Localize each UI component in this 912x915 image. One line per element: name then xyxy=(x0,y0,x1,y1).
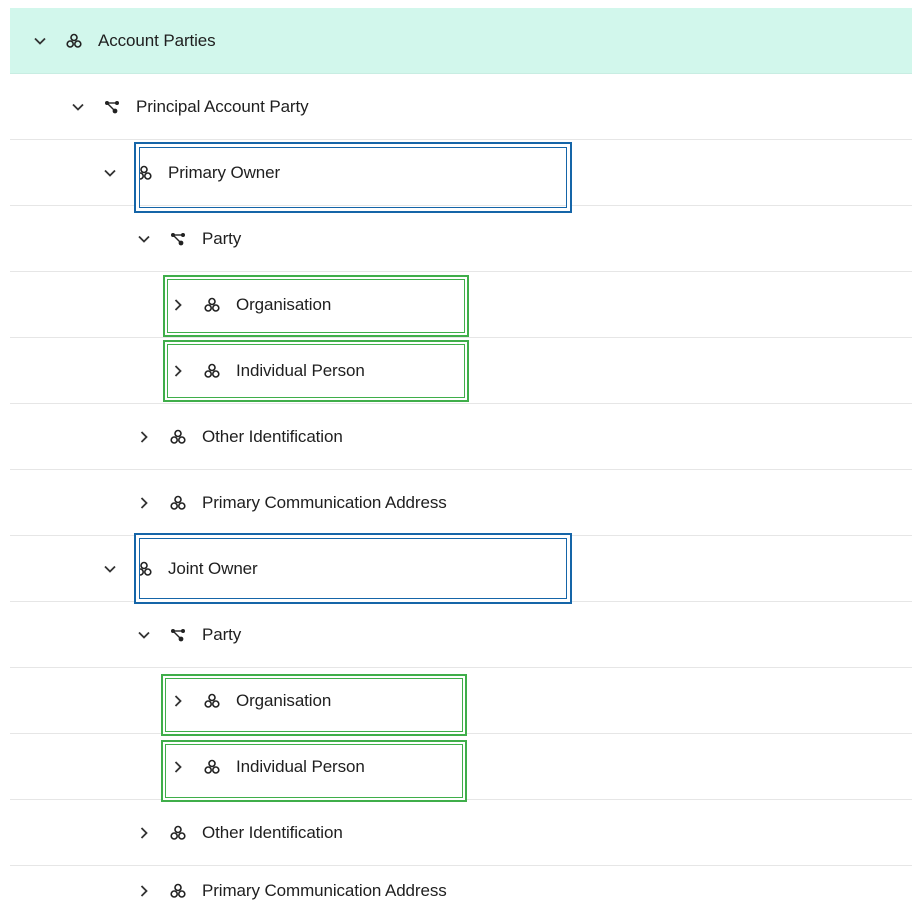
tree-row-joint-owner[interactable]: Joint Owner xyxy=(10,536,912,602)
group-icon xyxy=(204,693,220,709)
tree-row-label: Account Parties xyxy=(98,30,216,50)
tree-row-label: Individual Person xyxy=(236,360,365,380)
group-icon xyxy=(66,33,82,49)
chevron-right-icon[interactable] xyxy=(170,363,186,379)
group-icon xyxy=(204,363,220,379)
relationship-icon xyxy=(170,627,186,643)
chevron-right-icon[interactable] xyxy=(136,429,152,445)
tree-row-label: Primary Communication Address xyxy=(202,492,447,512)
chevron-down-icon[interactable] xyxy=(102,165,118,181)
tree-row-primary-owner[interactable]: Primary Owner xyxy=(10,140,912,206)
chevron-right-icon[interactable] xyxy=(136,495,152,511)
tree-row-label: Organisation xyxy=(236,690,332,710)
chevron-down-icon[interactable] xyxy=(102,561,118,577)
tree-row-label: Organisation xyxy=(236,294,332,314)
chevron-down-icon[interactable] xyxy=(136,627,152,643)
group-icon xyxy=(170,883,186,899)
group-icon xyxy=(170,495,186,511)
chevron-right-icon[interactable] xyxy=(170,759,186,775)
chevron-right-icon[interactable] xyxy=(170,693,186,709)
tree-row-label: Other Identification xyxy=(202,822,343,842)
tree-row-principal-account-party[interactable]: Principal Account Party xyxy=(10,74,912,140)
chevron-down-icon[interactable] xyxy=(136,231,152,247)
relationship-icon xyxy=(170,231,186,247)
group-icon xyxy=(204,297,220,313)
tree-row-organisation[interactable]: Organisation xyxy=(10,272,912,338)
tree-row-label: Party xyxy=(202,228,242,248)
tree-row-label: Individual Person xyxy=(236,756,365,776)
group-icon xyxy=(170,429,186,445)
chevron-right-icon[interactable] xyxy=(136,825,152,841)
chevron-down-icon[interactable] xyxy=(32,33,48,49)
tree-row-other-identification[interactable]: Other Identification xyxy=(10,800,912,866)
chevron-right-icon[interactable] xyxy=(136,883,152,899)
tree-row-individual-person[interactable]: Individual Person xyxy=(10,734,912,800)
tree-row-party[interactable]: Party xyxy=(10,602,912,668)
group-icon xyxy=(136,165,152,181)
group-icon xyxy=(170,825,186,841)
chevron-down-icon[interactable] xyxy=(70,99,86,115)
tree-row-organisation[interactable]: Organisation xyxy=(10,668,912,734)
group-icon xyxy=(136,561,152,577)
tree-row-label: Joint Owner xyxy=(168,558,258,578)
tree-row-primary-communication-address[interactable]: Primary Communication Address xyxy=(10,470,912,536)
group-icon xyxy=(204,759,220,775)
tree-row-account-parties[interactable]: Account Parties xyxy=(10,8,912,74)
tree-row-label: Primary Owner xyxy=(168,162,281,182)
tree-row-label: Party xyxy=(202,624,242,644)
tree-row-other-identification[interactable]: Other Identification xyxy=(10,404,912,470)
tree-row-party[interactable]: Party xyxy=(10,206,912,272)
tree-row-primary-communication-address[interactable]: Primary Communication Address xyxy=(10,866,912,915)
tree-row-label: Other Identification xyxy=(202,426,343,446)
tree-row-individual-person[interactable]: Individual Person xyxy=(10,338,912,404)
relationship-icon xyxy=(104,99,120,115)
chevron-right-icon[interactable] xyxy=(170,297,186,313)
tree-row-label: Primary Communication Address xyxy=(202,880,447,900)
tree-row-label: Principal Account Party xyxy=(136,96,309,116)
tree-view: Account Parties Principal Account Party … xyxy=(0,0,912,915)
